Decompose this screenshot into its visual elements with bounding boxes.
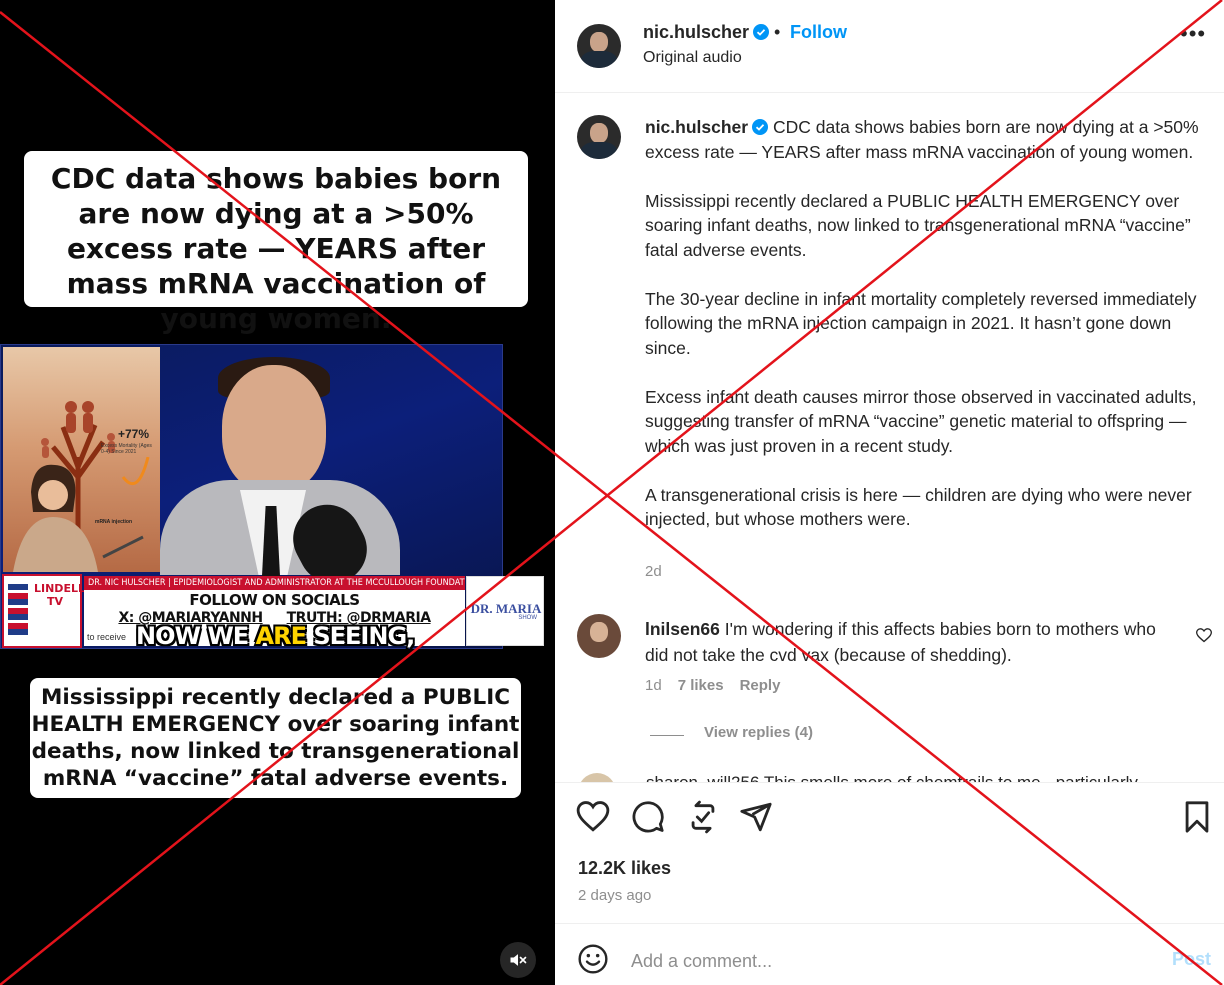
caption-paragraph: A transgenerational crisis is here — chi… <box>645 484 1192 530</box>
add-comment-input[interactable] <box>631 948 1151 974</box>
inset-stat-sub: Excess Mortality (Ages 0-4) Since 2021 <box>101 443 152 455</box>
avatar-face <box>590 122 608 144</box>
comment-text: I'm wondering if this affects babies bor… <box>645 619 1156 665</box>
save-bookmark-icon[interactable] <box>1180 800 1214 834</box>
more-options-icon[interactable]: ••• <box>1180 23 1206 48</box>
reel-video[interactable]: CDC data shows babies born are now dying… <box>0 0 555 985</box>
dr-maria-logo-sub: SHOW <box>518 615 537 621</box>
avatar-suit <box>581 51 617 68</box>
share-paper-plane-icon[interactable] <box>739 800 773 834</box>
speaker-muted-icon <box>510 954 527 966</box>
caption-author-avatar[interactable] <box>577 115 621 159</box>
like-heart-icon[interactable] <box>576 800 610 834</box>
inset-stat: +77% <box>118 427 150 441</box>
caption-paragraph: Mississippi recently declared a PUBLIC H… <box>645 190 1191 260</box>
verified-badge-icon <box>753 24 770 40</box>
dr-maria-logo: DR. MARIA SHOW <box>466 576 544 646</box>
commenter-avatar[interactable] <box>577 614 621 658</box>
likes-count[interactable]: 12.2K likes <box>578 858 671 879</box>
header-divider <box>555 92 1224 93</box>
original-audio-link[interactable]: Original audio <box>643 49 742 67</box>
actions-divider <box>555 782 1224 783</box>
comment-time: 1d <box>645 677 662 694</box>
burned-caption-pre: NOW WE <box>136 622 256 650</box>
inset-graphic: +77% Excess Mortality (Ages 0-4) Since 2… <box>3 347 160 572</box>
video-caption-bottom: Mississippi recently declared a PUBLIC H… <box>30 678 521 798</box>
verified-badge-icon <box>752 119 769 135</box>
host-face <box>222 365 326 493</box>
caption-timestamp[interactable]: 2d <box>645 563 662 580</box>
comment-meta: 1d 7 likes Reply <box>645 677 796 694</box>
caption-paragraph: Excess infant death causes mirror those … <box>645 386 1197 456</box>
composer-divider <box>555 923 1224 924</box>
caption-username[interactable]: nic.hulscher <box>645 117 748 137</box>
caption-paragraph: nic.hulscher CDC data shows babies born … <box>645 115 1200 164</box>
caption-paragraph: The 30-year decline in infant mortality … <box>645 288 1197 358</box>
mute-button[interactable] <box>500 942 536 978</box>
comment: lnilsen66 I'm wondering if this affects … <box>645 616 1175 668</box>
view-replies-button[interactable]: View replies (4) <box>704 724 813 741</box>
emoji-icon[interactable] <box>577 943 609 975</box>
header-username[interactable]: nic.hulscher <box>643 22 770 43</box>
author-avatar[interactable] <box>577 24 621 68</box>
post-caption: nic.hulscher CDC data shows babies born … <box>645 115 1200 556</box>
avatar-face <box>590 621 608 643</box>
lower-third-tiny-text: to receive <box>87 632 127 642</box>
like-comment-heart-icon[interactable] <box>1196 628 1212 643</box>
reply-button[interactable]: Reply <box>740 677 781 694</box>
flag-graphic <box>8 584 28 638</box>
burned-in-caption: NOW WE ARE SEEING, <box>136 622 415 650</box>
header-separator: • <box>774 22 781 42</box>
lindell-tv-logo: LINDELL TV <box>2 574 85 648</box>
repost-icon[interactable] <box>686 800 720 834</box>
follow-button[interactable]: Follow <box>790 22 847 43</box>
avatar-face <box>590 31 608 53</box>
comment-bubble-icon[interactable] <box>631 800 665 834</box>
lower-third-follow: FOLLOW ON SOCIALS <box>189 591 360 609</box>
post-date[interactable]: 2 days ago <box>578 887 651 904</box>
avatar-suit <box>581 142 617 159</box>
comment-likes[interactable]: 7 likes <box>678 677 724 694</box>
burned-caption-post: SEEING, <box>306 622 415 650</box>
comment-username[interactable]: lnilsen66 <box>645 619 720 639</box>
header-username-text[interactable]: nic.hulscher <box>643 22 749 42</box>
video-caption-top: CDC data shows babies born are now dying… <box>24 151 528 335</box>
burned-caption-highlight: ARE <box>255 622 307 650</box>
mother-illustration <box>13 457 150 572</box>
lower-third-title: DR. NIC HULSCHER | EPIDEMIOLOGIST AND AD… <box>84 576 465 590</box>
view-replies-line <box>650 735 684 736</box>
lindell-tv-logo-text: LINDELL TV <box>34 582 85 608</box>
post-comment-button[interactable]: Post <box>1172 949 1211 970</box>
